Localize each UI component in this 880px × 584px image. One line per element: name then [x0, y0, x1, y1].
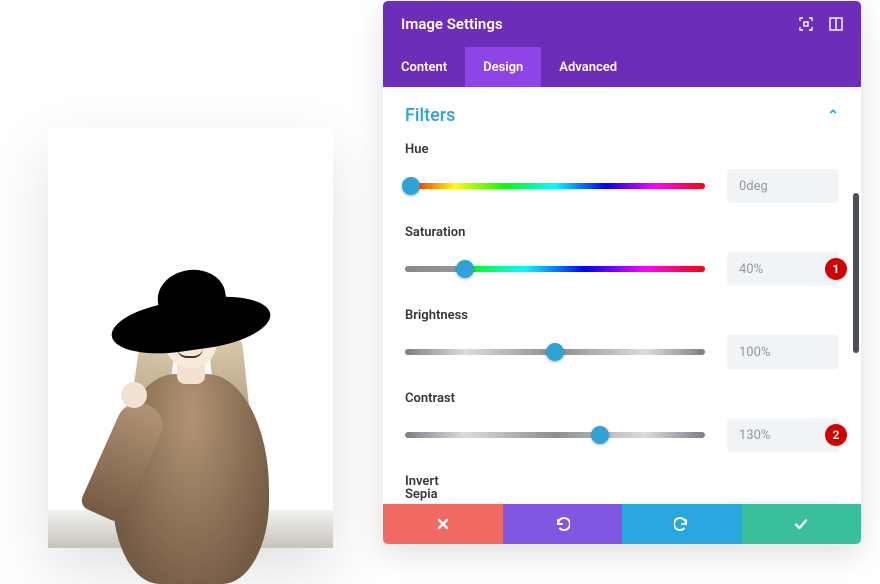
label-sepia-cutoff: Sepia	[405, 487, 438, 502]
redo-icon	[674, 516, 690, 532]
input-brightness[interactable]: 100%	[727, 335, 839, 369]
input-hue[interactable]: 0deg	[727, 169, 839, 203]
slider-saturation[interactable]	[405, 266, 705, 272]
expand-icon[interactable]	[799, 17, 813, 31]
confirm-button[interactable]	[742, 504, 862, 544]
tab-content[interactable]: Content	[383, 47, 465, 87]
label-invert: Invert	[405, 474, 839, 489]
row-brightness: Brightness 100%	[405, 308, 839, 369]
panel-header: Image Settings Content Design Advanced	[383, 1, 861, 87]
check-icon	[793, 516, 809, 532]
row-hue: Hue 0deg	[405, 142, 839, 203]
panel-title: Image Settings	[401, 15, 503, 33]
undo-icon	[554, 516, 570, 532]
tab-design[interactable]: Design	[465, 47, 541, 87]
callout-badge-1: 1	[825, 258, 847, 280]
label-contrast: Contrast	[405, 391, 839, 406]
undo-button[interactable]	[503, 504, 623, 544]
close-icon	[436, 517, 450, 531]
image-settings-panel: Image Settings Content Design Advanced F…	[382, 0, 862, 545]
slider-contrast[interactable]	[405, 432, 705, 438]
callout-badge-2: 2	[825, 424, 847, 446]
label-brightness: Brightness	[405, 308, 839, 323]
row-saturation: Saturation 40% 1	[405, 225, 839, 286]
row-contrast: Contrast 130% 2	[405, 391, 839, 452]
input-contrast[interactable]: 130% 2	[727, 418, 839, 452]
panel-body: Filters ⌃ Hue 0deg Saturation	[383, 87, 861, 504]
slider-brightness[interactable]	[405, 349, 705, 355]
scrollbar-thumb[interactable]	[853, 193, 859, 353]
chevron-up-icon: ⌃	[827, 108, 839, 124]
tab-advanced[interactable]: Advanced	[541, 47, 635, 87]
redo-button[interactable]	[622, 504, 742, 544]
input-saturation[interactable]: 40% 1	[727, 252, 839, 286]
panel-footer	[383, 504, 861, 544]
image-preview	[48, 128, 333, 548]
input-invert[interactable]: 0%	[727, 501, 839, 504]
section-header-filters[interactable]: Filters ⌃	[405, 105, 839, 126]
label-saturation: Saturation	[405, 225, 839, 240]
slider-hue[interactable]	[405, 183, 705, 189]
section-title: Filters	[405, 105, 455, 126]
row-invert: Invert 0%	[405, 474, 839, 504]
layout-icon[interactable]	[829, 17, 843, 31]
close-button[interactable]	[383, 504, 503, 544]
tabs: Content Design Advanced	[383, 47, 861, 87]
label-hue: Hue	[405, 142, 839, 157]
